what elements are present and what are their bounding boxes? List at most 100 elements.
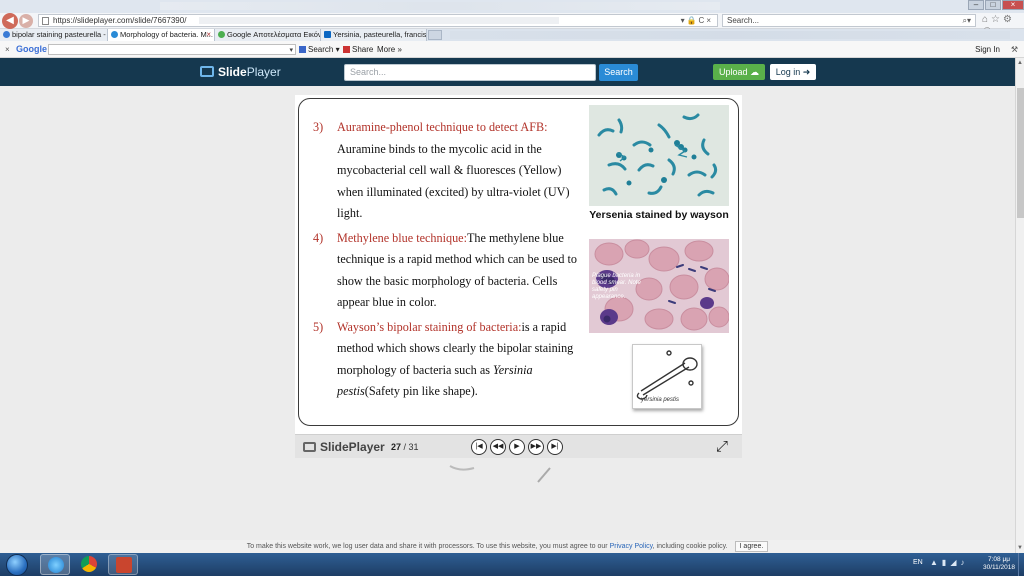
tab-favicon-icon [218, 31, 225, 38]
player-logo[interactable]: SlidePlayer [303, 439, 385, 455]
new-tab-button[interactable] [428, 30, 442, 40]
tab-label: Yersinia, pasteurella, francisella [333, 30, 427, 39]
current-page: 27 [391, 442, 402, 452]
yersinia-image-caption: Yersenia stained by wayson [589, 209, 729, 221]
maximize-button[interactable]: □ [985, 0, 1001, 10]
slide-player-bar: SlidePlayer 27 / 31 |◀ ◀◀ ▶ ▶▶ ▶| ⤢ [295, 434, 742, 458]
chevron-down-icon[interactable]: ▾ [289, 42, 293, 59]
cookie-text-tail: , including cookie policy. [652, 543, 728, 550]
start-button[interactable] [6, 554, 28, 576]
address-url: https://slideplayer.com/slide/7667390/ [53, 16, 187, 25]
search-icon[interactable]: ⌕▾ [963, 15, 972, 26]
google-toolbar: × Google ▾ Search ▾ Share More » Sign In… [0, 41, 1024, 58]
browser-search-box[interactable]: Search... ⌕▾ [722, 14, 976, 27]
system-clock[interactable]: 7:08 μμ 30/11/2018 [982, 556, 1016, 572]
cookie-text: To make this website work, we log user d… [246, 543, 610, 550]
item-number: 4) [313, 230, 324, 245]
browser-search-placeholder: Search... [727, 16, 760, 25]
powerpoint-icon [116, 557, 132, 573]
next-slide-icon[interactable]: ▶▶ [528, 439, 544, 455]
back-arrow-icon[interactable]: ◀ [2, 13, 18, 29]
tab-label: Google Αποτελέσματα Εικόνω... [227, 30, 320, 39]
tab-bar: bipolar staining pasteurella - A... Morp… [0, 29, 1024, 41]
last-slide-icon[interactable]: ▶| [547, 439, 563, 455]
close-window-button[interactable]: × [1002, 0, 1024, 10]
item-heading: Auramine-phenol technique to detect AFB: [337, 120, 548, 134]
taskbar-internet-explorer[interactable] [40, 554, 70, 575]
address-bar-faded [199, 17, 559, 24]
close-toolbar-icon[interactable]: × [5, 41, 10, 58]
login-button[interactable]: Log in ➜ [770, 64, 816, 80]
show-desktop-button[interactable] [1018, 553, 1024, 576]
tab-favicon-icon [324, 31, 331, 38]
window-titlebar: – □ × [0, 0, 1024, 13]
fullscreen-icon[interactable]: ⤢ [716, 439, 728, 455]
tab-bipolar-staining[interactable]: bipolar staining pasteurella - A... [0, 29, 108, 41]
scroll-down-icon[interactable]: ▼ [1017, 545, 1023, 551]
first-slide-icon[interactable]: |◀ [471, 439, 487, 455]
internet-explorer-icon [48, 557, 64, 573]
cloud-upload-icon: ☁ [750, 67, 760, 77]
item-heading: Wayson’s bipolar staining of bacteria: [337, 319, 522, 334]
login-icon: ➜ [802, 67, 811, 77]
slide-text-list: 3) Auramine-phenol technique to detect A… [313, 117, 577, 406]
tab-favicon-icon [3, 31, 10, 38]
slideplayer-logo[interactable]: SlidePlayer [200, 64, 281, 80]
address-bar-controls[interactable]: ▾🔒C× [681, 15, 713, 26]
clock-date: 30/11/2018 [982, 564, 1016, 571]
tab-label: bipolar staining pasteurella - A... [12, 30, 107, 39]
slide: 3) Auramine-phenol technique to detect A… [298, 98, 739, 426]
tab-yersinia-pasteurella[interactable]: Yersinia, pasteurella, francisella [321, 29, 427, 41]
cookie-agree-button[interactable]: I agree. [734, 541, 769, 552]
google-search-input[interactable]: ▾ [48, 44, 296, 55]
blood-smear-image: Plague bacteria in blood smear. Note saf… [589, 239, 729, 333]
page-counter: 27 / 31 [391, 441, 419, 453]
language-indicator[interactable]: EN [913, 559, 923, 566]
slide-item-wayson: 5) Wayson’s bipolar staining of bacteria… [313, 317, 577, 403]
slide-item-auramine: 3) Auramine-phenol technique to detect A… [313, 117, 577, 225]
site-search-input[interactable]: Search... [344, 64, 596, 81]
taskbar-powerpoint[interactable] [108, 554, 138, 575]
site-search-button[interactable]: Search [599, 64, 638, 81]
tabbar-faded-area [450, 31, 1010, 39]
google-search-button[interactable]: Search ▾ [299, 41, 340, 58]
slide-frame: 3) Auramine-phenol technique to detect A… [295, 95, 742, 435]
google-more-button[interactable]: More » [377, 41, 402, 58]
slideplayer-logo-icon [200, 66, 214, 77]
play-icon[interactable]: ▶ [509, 439, 525, 455]
prev-slide-icon[interactable]: ◀◀ [490, 439, 506, 455]
wrench-icon[interactable]: ⚒ [1011, 41, 1018, 58]
forward-arrow-icon[interactable]: ▶ [19, 14, 33, 28]
address-bar[interactable]: https://slideplayer.com/slide/7667390/ ▾… [38, 14, 718, 27]
tab-close-icon[interactable]: × [206, 29, 211, 41]
clock-time: 7:08 μμ [988, 556, 1010, 563]
upload-button[interactable]: Upload ☁ [713, 64, 765, 80]
google-signin-button[interactable]: Sign In [975, 41, 1000, 58]
privacy-policy-link[interactable]: Privacy Policy [610, 543, 653, 550]
browser-navbar: ◀ ▶ https://slideplayer.com/slide/766739… [0, 13, 1024, 36]
tab-morphology-of-bacteria[interactable]: Morphology of bacteria. M... × [108, 29, 215, 41]
system-tray-icons[interactable]: ▲▮◢♪ [930, 558, 968, 567]
scrollbar-thumb[interactable] [1017, 88, 1024, 218]
item-number: 5) [313, 319, 324, 334]
windows-taskbar: EN ▲▮◢♪ 7:08 μμ 30/11/2018 [0, 553, 1024, 576]
item-tail: (Safety pin like shape). [364, 384, 478, 398]
cookie-consent-bar: To make this website work, we log user d… [0, 540, 1015, 553]
scroll-up-icon[interactable]: ▲ [1017, 60, 1023, 66]
titlebar-faded-area [160, 2, 720, 10]
page-scrollbar[interactable]: ▲ ▼ [1015, 58, 1024, 553]
blood-smear-overlay-text: Plague bacteria in blood smear. Note saf… [592, 273, 641, 300]
site-header: SlidePlayer Search... Search Upload ☁ Lo… [0, 58, 1015, 86]
tab-google-images[interactable]: Google Αποτελέσματα Εικόνω... [215, 29, 321, 41]
total-pages: / 31 [403, 442, 419, 452]
search-icon [299, 46, 306, 53]
player-controls: |◀ ◀◀ ▶ ▶▶ ▶| [471, 439, 563, 455]
page-content: 3) Auramine-phenol technique to detect A… [0, 86, 1015, 540]
google-share-button[interactable]: Share [343, 41, 373, 58]
slideplayer-logo-icon [303, 442, 316, 452]
safety-pin-overlay-text: yersinia pestis [641, 397, 680, 403]
safety-pin-image: yersinia pestis [632, 344, 702, 409]
minimize-button[interactable]: – [968, 0, 984, 10]
taskbar-chrome[interactable] [74, 554, 104, 575]
google-logo: Google [16, 44, 47, 54]
